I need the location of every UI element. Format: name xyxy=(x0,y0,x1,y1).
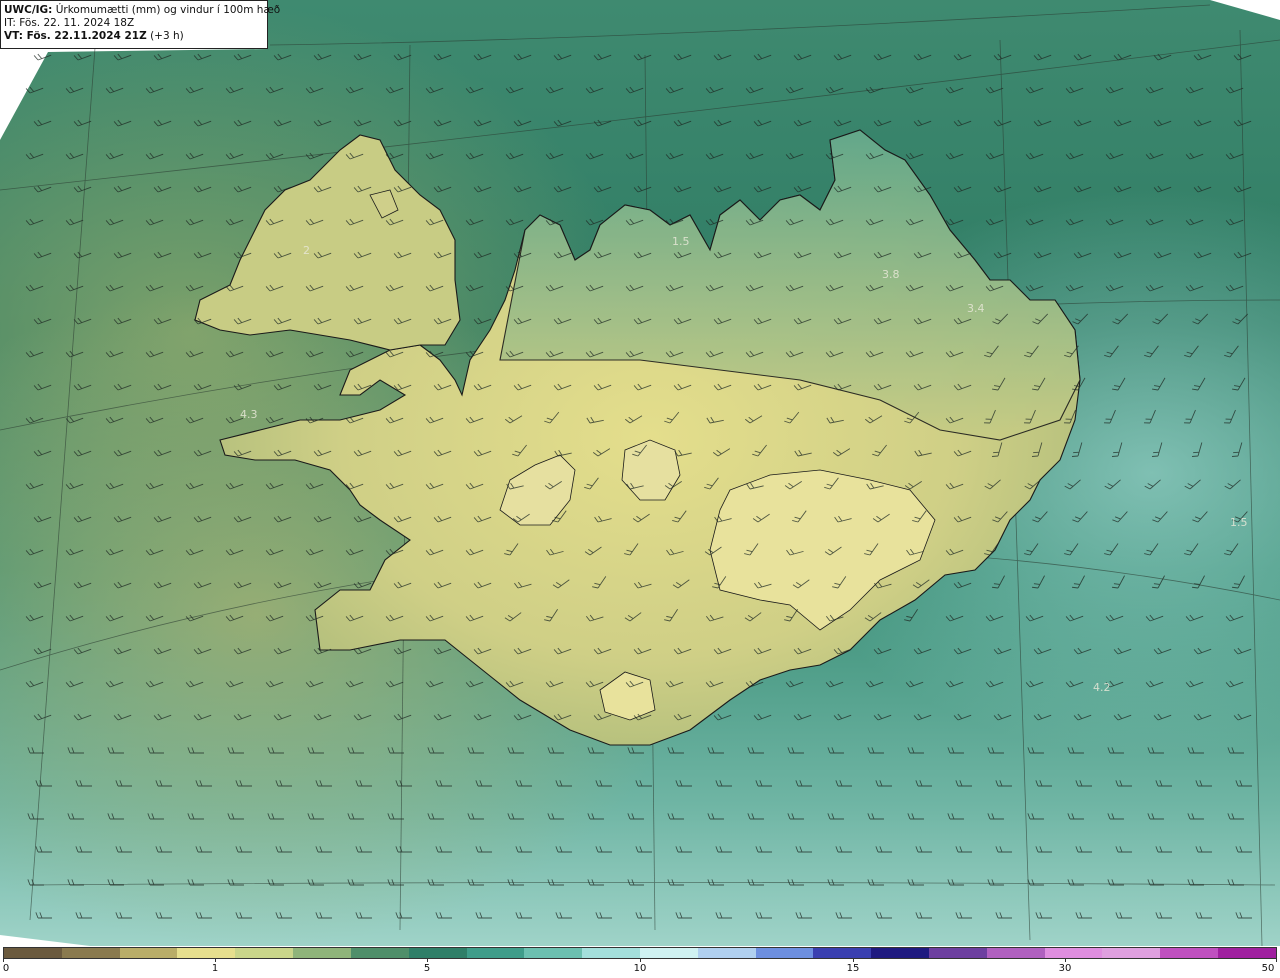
product-title: Úrkomumætti (mm) og vindur í 100m hæð xyxy=(55,4,281,16)
label-east-north: 3.4 xyxy=(967,302,985,315)
label-northeast: 3.8 xyxy=(882,268,900,281)
colorbar-segment xyxy=(350,948,409,958)
map-title-box: UWC/IG: Úrkomumætti (mm) og vindur í 100… xyxy=(0,0,280,49)
colorbar-segment xyxy=(871,948,929,958)
colorbar-segment xyxy=(1218,948,1276,958)
colorbar-tick-mark xyxy=(215,959,216,962)
colorbar-strip xyxy=(3,947,1277,959)
colorbar-segment xyxy=(61,948,120,958)
colorbar-tick-0: 0 xyxy=(2,963,10,974)
colorbar-segment xyxy=(4,948,62,958)
colorbar-segment xyxy=(813,948,872,958)
label-east-sea: 1.5 xyxy=(1230,516,1248,529)
colorbar-segment xyxy=(929,948,987,958)
forecast-map[interactable]: 2 4.3 1.5 3.8 3.4 1.5 4.2 xyxy=(0,0,1280,946)
colorbar-segment xyxy=(466,948,525,958)
valid-time: VT: Fös. 22.11.2024 21Z xyxy=(4,30,147,42)
colorbar-tick-mark xyxy=(1065,959,1066,962)
colorbar-tick-mark xyxy=(1276,959,1277,962)
precip-colorbar: 0 1 5 10 15 30 50 xyxy=(0,947,1280,978)
init-time: IT: Fös. 22. 11. 2024 18Z xyxy=(4,17,135,29)
colorbar-segment xyxy=(293,948,351,958)
colorbar-segment xyxy=(177,948,236,958)
colorbar-segment xyxy=(235,948,294,958)
product-line: UWC/IG: Úrkomumætti (mm) og vindur í 100… xyxy=(4,4,280,17)
colorbar-tick-30: 30 xyxy=(1058,963,1072,974)
label-westfjords: 2 xyxy=(303,244,310,257)
colorbar-segment xyxy=(1044,948,1103,958)
map-viewer: 2 4.3 1.5 3.8 3.4 1.5 4.2 UWC/IG: Úrkomu… xyxy=(0,0,1280,978)
label-north: 1.5 xyxy=(672,235,690,248)
valid-offset: (+3 h) xyxy=(150,30,184,42)
colorbar-segment xyxy=(1102,948,1161,958)
colorbar-tick-mark xyxy=(427,959,428,962)
colorbar-tick-5: 5 xyxy=(423,963,431,974)
label-southeast-sea: 4.2 xyxy=(1093,681,1111,694)
product-code: UWC/IG: xyxy=(4,4,53,16)
colorbar-segment xyxy=(408,948,467,958)
label-west: 4.3 xyxy=(240,408,258,421)
colorbar-tick-mark xyxy=(640,959,641,962)
colorbar-segment xyxy=(582,948,640,958)
colorbar-tick-10: 10 xyxy=(633,963,647,974)
colorbar-segment xyxy=(524,948,583,958)
colorbar-tick-1: 1 xyxy=(211,963,219,974)
colorbar-segment xyxy=(639,948,698,958)
colorbar-segment xyxy=(755,948,814,958)
colorbar-tick-mark xyxy=(853,959,854,962)
colorbar-tick-15: 15 xyxy=(846,963,860,974)
valid-time-line: VT: Fös. 22.11.2024 21Z (+3 h) xyxy=(4,30,264,43)
colorbar-segment xyxy=(119,948,178,958)
colorbar-tick-mark xyxy=(3,959,4,962)
colorbar-tick-50: 50 xyxy=(1261,963,1275,974)
colorbar-segment xyxy=(1160,948,1219,958)
colorbar-segment xyxy=(986,948,1045,958)
colorbar-segment xyxy=(697,948,756,958)
